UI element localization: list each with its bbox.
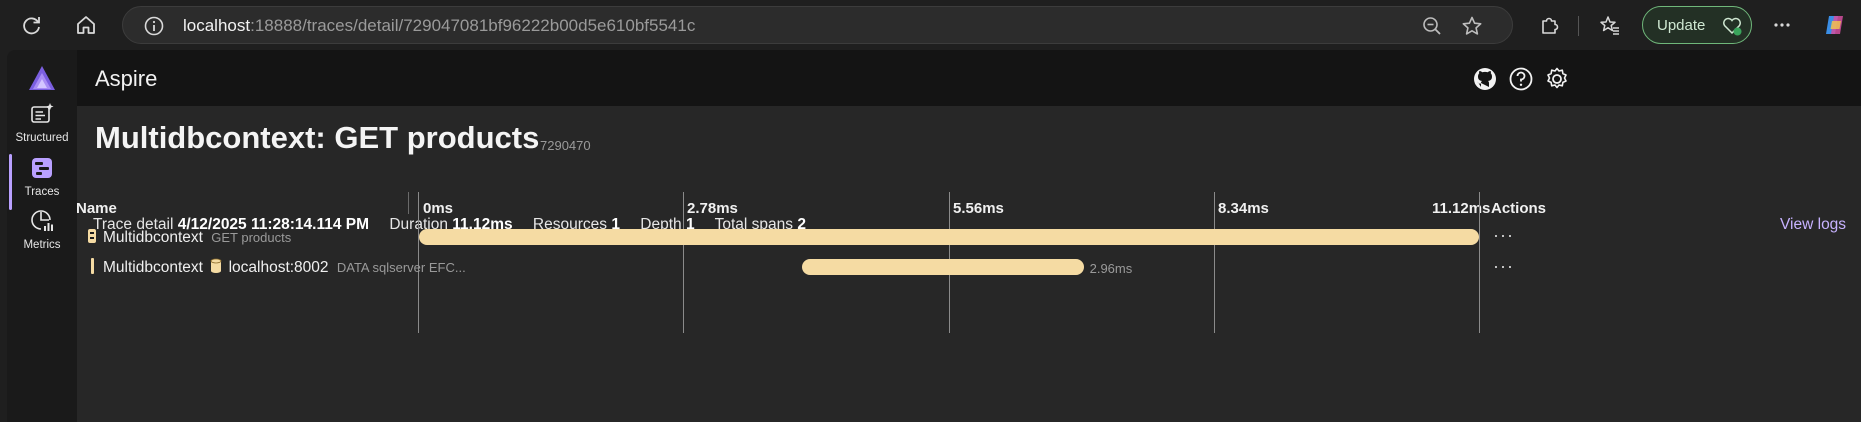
span-row-1-name[interactable]: Multidbcontext GET products xyxy=(87,228,291,249)
sidebar-item-structured[interactable]: Structured xyxy=(7,96,77,156)
span-depth-indicator xyxy=(91,258,94,274)
browser-toolbar: localhost:18888/traces/detail/729047081b… xyxy=(0,0,1861,50)
refresh-icon[interactable] xyxy=(15,8,49,42)
span-row-2-duration: 2.96ms xyxy=(1089,261,1133,276)
database-icon xyxy=(210,258,222,279)
span-row-2-target: localhost:8002 xyxy=(228,259,329,276)
span-row-2-bar[interactable] xyxy=(801,259,1084,275)
url-path: :18888/traces/detail/729047081bf96222b00… xyxy=(250,16,696,35)
span-row-1-operation: GET products xyxy=(211,230,292,245)
column-divider xyxy=(408,192,409,214)
timeline-gridline-1 xyxy=(683,192,684,333)
traces-icon xyxy=(30,156,54,180)
view-logs-link[interactable]: View logs xyxy=(1780,216,1846,234)
span-row-1-actions-button[interactable]: ··· xyxy=(1493,225,1514,246)
update-label: Update xyxy=(1657,17,1706,34)
aspire-dashboard: Structured Traces Metrics Aspire Multidb… xyxy=(7,50,1861,422)
sidebar-label-structured: Structured xyxy=(15,132,69,144)
span-row-2-resource: Multidbcontext xyxy=(103,259,203,276)
sidebar-label-traces: Traces xyxy=(24,186,60,198)
favorites-icon[interactable] xyxy=(1593,8,1627,42)
more-options-icon[interactable] xyxy=(1765,8,1799,42)
address-bar[interactable]: localhost:18888/traces/detail/729047081b… xyxy=(122,6,1513,44)
timeline-gridline-4 xyxy=(1479,192,1480,333)
resource-icon xyxy=(87,228,97,249)
page-title: Multidbcontext: GET products xyxy=(95,120,540,155)
timeline-tick-2: 5.56ms xyxy=(953,200,1004,217)
sidebar-item-traces[interactable]: Traces xyxy=(7,150,77,210)
trace-id-badge: 7290470 xyxy=(540,138,591,153)
sidebar-label-metrics: Metrics xyxy=(23,239,61,251)
span-row-2-name[interactable]: Multidbcontext localhost:8002 DATA sqlse… xyxy=(91,258,466,279)
span-row-1-bar[interactable] xyxy=(419,229,1479,245)
timeline-tick-3: 8.34ms xyxy=(1218,200,1269,217)
toolbar-divider xyxy=(1578,16,1579,36)
timeline-tick-0: 0ms xyxy=(423,200,454,217)
heart-pulse-icon xyxy=(1721,15,1743,42)
app-header: Aspire xyxy=(77,50,1861,106)
copilot-icon[interactable] xyxy=(1818,8,1852,42)
timeline-tick-1: 2.78ms xyxy=(687,200,738,217)
info-icon[interactable] xyxy=(143,15,165,37)
metrics-icon xyxy=(30,209,54,233)
active-indicator xyxy=(9,154,12,210)
favorite-star-icon[interactable] xyxy=(1461,15,1483,37)
span-row-1-resource: Multidbcontext xyxy=(103,229,203,246)
update-button[interactable]: Update xyxy=(1642,6,1752,44)
span-row-2-operation: DATA sqlserver EFC... xyxy=(336,260,466,275)
settings-gear-icon[interactable] xyxy=(1544,66,1570,92)
home-icon[interactable] xyxy=(69,8,103,42)
zoom-out-icon[interactable] xyxy=(1421,15,1443,37)
timeline-tick-4: 11.12ms xyxy=(1432,200,1491,217)
url-host: localhost xyxy=(183,16,251,35)
app-title: Aspire xyxy=(95,66,158,91)
url-text[interactable]: localhost:18888/traces/detail/729047081b… xyxy=(183,16,695,36)
sidebar: Structured Traces Metrics xyxy=(7,50,77,422)
github-icon[interactable] xyxy=(1472,66,1498,92)
sidebar-item-metrics[interactable]: Metrics xyxy=(7,203,77,263)
column-header-actions: Actions xyxy=(1491,200,1547,217)
span-row-2-actions-button[interactable]: ··· xyxy=(1493,256,1514,277)
aspire-logo-icon[interactable] xyxy=(27,64,57,94)
help-icon[interactable] xyxy=(1508,66,1534,92)
timeline-gridline-3 xyxy=(1214,192,1215,333)
extensions-icon[interactable] xyxy=(1532,8,1566,42)
column-header-name[interactable]: Name xyxy=(76,200,117,217)
structured-logs-icon xyxy=(30,102,54,126)
